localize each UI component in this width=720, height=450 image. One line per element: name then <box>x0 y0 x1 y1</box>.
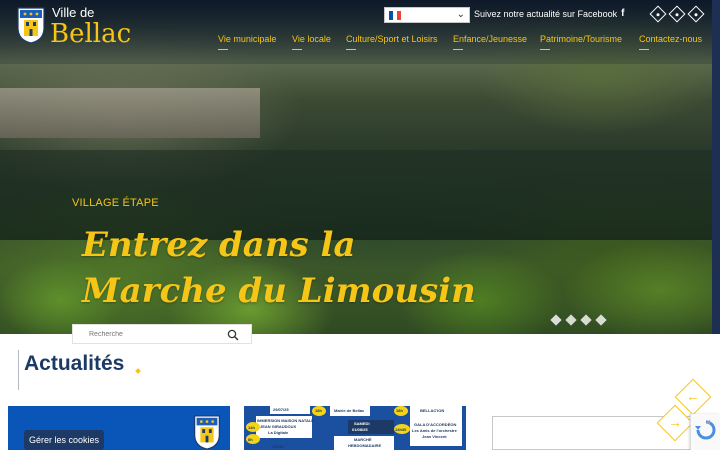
news-card-2[interactable]: 29/07/25 18h Mairie de Bellac IMMERSION … <box>244 406 466 450</box>
contrast-icon[interactable] <box>668 5 686 23</box>
search-input[interactable] <box>89 330 239 338</box>
poster-text: BELLAC'ION <box>420 408 445 413</box>
hero-headline[interactable]: Entrez dans la Marche du Limousin <box>82 222 502 314</box>
poster-text: 18h <box>396 408 403 413</box>
nav-item-label: Culture/Sport et Loisirs <box>346 34 438 44</box>
nav-item-enfance-jeunesse[interactable]: Enfance/Jeunesse <box>453 34 527 50</box>
poster-text: La Digitale <box>268 430 289 435</box>
nav-item-label: Enfance/Jeunesse <box>453 34 528 44</box>
main-nav: Vie municipale Vie locale Culture/Sport … <box>0 34 720 54</box>
poster-text: JEAN GIRAUDOUX <box>260 424 297 429</box>
nav-item-contact[interactable]: Contactez-nous <box>639 34 702 50</box>
news-section-title: Actualités <box>24 352 125 375</box>
french-flag-icon <box>389 10 401 20</box>
accessibility-icon[interactable] <box>649 5 667 23</box>
chevron-down-icon: ⌄ <box>456 9 465 20</box>
slide-dot-4[interactable] <box>595 314 607 326</box>
poster-text: 8h <box>248 437 253 442</box>
poster-text: 14h30 <box>395 427 407 432</box>
slide-dot-2[interactable] <box>565 314 577 326</box>
poster-text: Mairie de Bellac <box>334 408 365 413</box>
poster-text: GALA D'ACCORDÉON <box>414 422 457 427</box>
arrow-right-icon: → <box>668 414 682 430</box>
nav-item-culture-sport[interactable]: Culture/Sport et Loisirs <box>346 34 438 50</box>
poster-text: MARCHÉ <box>354 437 372 442</box>
hero-kicker: VILLAGE ÉTAPE <box>72 197 159 209</box>
section-divider <box>18 350 19 390</box>
language-select[interactable]: ⌄ <box>384 7 470 23</box>
slide-dot-1[interactable] <box>550 314 562 326</box>
nav-item-label: Vie municipale <box>218 34 277 44</box>
title-accent-dot <box>135 368 141 374</box>
poster-text: 01/08/25 <box>352 427 368 432</box>
hero-image-wall <box>0 88 260 138</box>
facebook-link-label: Suivez notre actualité sur Facebook <box>474 8 618 19</box>
nav-item-label: Patrimoine/Tourisme <box>540 34 623 44</box>
logo-subtitle: Ville de <box>52 5 95 20</box>
hero-headline-line1: Entrez dans la <box>82 225 356 265</box>
poster-text: Jean Vincent <box>422 434 447 439</box>
accessibility-tools <box>649 5 705 23</box>
poster-text: 18h <box>315 408 322 413</box>
slider-pagination <box>550 314 607 326</box>
nav-item-label: Contactez-nous <box>639 34 703 44</box>
hero-headline-line2: Marche du Limousin <box>82 271 476 311</box>
poster-text: SAMEDI <box>354 421 370 426</box>
crest-icon <box>194 415 220 450</box>
poster-text: Les Amis de l'orchestre <box>412 428 457 433</box>
nav-item-vie-municipale[interactable]: Vie municipale <box>218 34 276 50</box>
poster-text: 29/07/25 <box>273 407 289 412</box>
facebook-link[interactable]: Suivez notre actualité sur Facebook f <box>474 8 624 19</box>
recaptcha-icon <box>695 420 716 440</box>
slide-dot-3[interactable] <box>580 314 592 326</box>
poster-text: JEUDI <box>272 444 284 449</box>
nav-item-vie-locale[interactable]: Vie locale <box>292 34 331 50</box>
recaptcha-badge[interactable] <box>690 414 720 450</box>
text-size-icon[interactable] <box>687 5 705 23</box>
manage-cookies-button[interactable]: Gérer les cookies <box>24 430 105 450</box>
arrow-left-icon: ← <box>686 388 700 404</box>
poster-text: IMMERSION MAISON NATALE <box>257 418 314 423</box>
facebook-icon: f <box>621 8 625 19</box>
poster-text: 14h <box>248 425 255 430</box>
search-bar <box>72 324 252 344</box>
poster-text: HEBDOMADAIRE <box>348 443 382 448</box>
search-icon[interactable] <box>227 329 239 341</box>
nav-item-label: Vie locale <box>292 34 331 44</box>
nav-item-patrimoine-tourisme[interactable]: Patrimoine/Tourisme <box>540 34 622 50</box>
